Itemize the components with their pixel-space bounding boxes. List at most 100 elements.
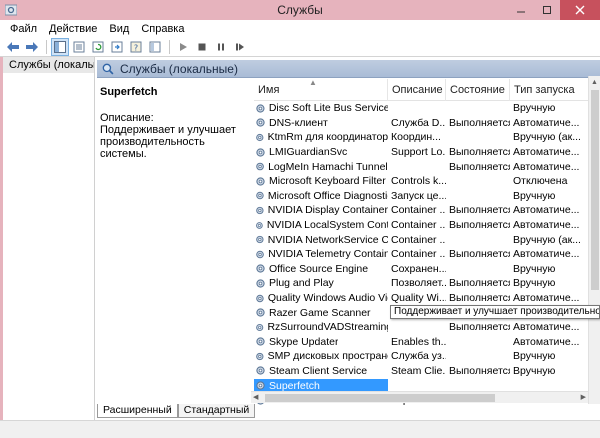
- table-row[interactable]: KtmRm для координатора ...Координ... Вруч…: [254, 130, 600, 145]
- column-header-startup[interactable]: Тип запуска: [510, 79, 600, 101]
- toolbar-separator: [169, 39, 170, 54]
- service-description-cell: Запуск це...: [391, 189, 446, 202]
- maximize-button[interactable]: [534, 0, 560, 20]
- column-header-name[interactable]: ▲ Имя: [254, 79, 388, 101]
- service-description-cell: Container ...: [391, 248, 446, 261]
- service-startup-cell: Автоматиче...: [513, 335, 580, 348]
- service-description-cell: Служба уз...: [391, 350, 446, 363]
- service-name-cell: Microsoft Keyboard Filter: [254, 174, 388, 188]
- service-startup-cell: Вручную: [513, 277, 556, 290]
- service-name-cell: LogMeIn Hamachi Tunneli...: [254, 160, 388, 174]
- menu-action[interactable]: Действие: [43, 23, 103, 35]
- help-button[interactable]: ?: [127, 38, 145, 56]
- table-row[interactable]: NVIDIA Telemetry Container Container ... В…: [254, 247, 600, 262]
- restart-service-button[interactable]: [231, 38, 249, 56]
- service-gear-icon: [256, 279, 265, 288]
- scroll-right-icon[interactable]: ▶: [581, 393, 586, 401]
- service-gear-icon: [256, 308, 265, 317]
- sort-ascending-icon: ▲: [309, 79, 317, 87]
- scroll-left-icon[interactable]: ◀: [253, 393, 258, 401]
- service-state-cell: Выполняется: [449, 364, 510, 377]
- menu-help[interactable]: Справка: [135, 23, 190, 35]
- back-button[interactable]: [4, 38, 22, 56]
- vertical-scrollbar[interactable]: ▲: [588, 76, 600, 404]
- service-description-cell: Сохранен...: [391, 262, 446, 275]
- service-state-cell: Выполняется: [449, 248, 510, 261]
- column-header-state[interactable]: Состояние: [446, 79, 510, 101]
- table-row[interactable]: Plug and Play Позволяет... Выполняется Вруч…: [254, 276, 600, 291]
- table-header: ▲ Имя Описание Состояние Тип запуска: [254, 79, 600, 101]
- service-startup-cell: Вручную: [513, 350, 556, 363]
- service-name-cell: Disc Soft Lite Bus Service: [254, 101, 388, 115]
- table-row[interactable]: LMIGuardianSvc Support Lo... Выполняется Ав…: [254, 145, 600, 160]
- stop-service-button[interactable]: [193, 38, 211, 56]
- service-name: Plug and Play: [269, 277, 334, 290]
- scroll-up-icon[interactable]: ▲: [589, 76, 600, 88]
- stop-icon: [198, 43, 206, 50]
- tab-standard[interactable]: Стандартный: [177, 404, 256, 418]
- service-gear-icon: [256, 206, 264, 215]
- menu-file[interactable]: Файл: [4, 23, 43, 35]
- table-row[interactable]: LogMeIn Hamachi Tunneli... Выполняется Авт…: [254, 159, 600, 174]
- service-name: Skype Updater: [269, 335, 339, 348]
- service-startup-cell: Отключена: [513, 175, 568, 188]
- table-row[interactable]: Quality Windows Audio Vid...Quality Wi..…: [254, 291, 600, 306]
- service-gear-icon: [256, 133, 264, 142]
- pause-service-button[interactable]: [212, 38, 230, 56]
- forward-arrow-icon: [26, 41, 38, 52]
- menu-view[interactable]: Вид: [103, 23, 135, 35]
- horizontal-scrollbar[interactable]: ◀ ▶: [251, 391, 588, 403]
- properties-button[interactable]: [70, 38, 88, 56]
- column-header-label: Тип запуска: [514, 84, 575, 96]
- close-button[interactable]: [560, 0, 600, 20]
- tab-extended[interactable]: Расширенный: [97, 404, 178, 418]
- service-name-cell: Plug and Play: [254, 276, 388, 290]
- table-row[interactable]: NVIDIA Display Container LSContainer ...…: [254, 203, 600, 218]
- table-row[interactable]: Skype Updater Enables th... Автоматиче...: [254, 335, 600, 350]
- service-startup-cell: Автоматиче...: [513, 146, 580, 159]
- vertical-scroll-thumb[interactable]: [591, 90, 599, 290]
- properties-icon: [73, 41, 85, 52]
- service-startup-cell: Автоматиче...: [513, 219, 580, 232]
- service-name-cell: Office Source Engine: [254, 262, 388, 276]
- service-name-cell: Quality Windows Audio Vid...: [254, 291, 388, 305]
- service-description-pane: Superfetch Описание: Поддерживает и улуч…: [97, 79, 252, 406]
- service-name: KtmRm для координатора ...: [267, 131, 388, 144]
- table-row[interactable]: DNS-клиент Служба D... Выполняется Автомати…: [254, 116, 600, 131]
- table-row[interactable]: RzSurroundVADStreamingS... ВыполняетсяАвт…: [254, 320, 600, 335]
- show-tree-button[interactable]: [51, 37, 69, 56]
- table-row[interactable]: NVIDIA LocalSystem Containe...Container …: [254, 218, 600, 233]
- start-service-button[interactable]: [174, 38, 192, 56]
- service-name-cell: Razer Game Scanner: [254, 306, 388, 320]
- service-state-cell: Выполняется: [449, 321, 510, 334]
- column-header-description[interactable]: Описание: [388, 79, 446, 101]
- description-label: Описание:: [100, 112, 154, 124]
- minimize-icon: [517, 11, 525, 13]
- refresh-button[interactable]: [89, 38, 107, 56]
- table-row[interactable]: Office Source Engine Сохранен... Вручную: [254, 262, 600, 277]
- service-startup-cell: Вручную: [513, 364, 556, 377]
- service-state-cell: Выполняется: [449, 204, 510, 217]
- service-name: Microsoft Keyboard Filter: [269, 175, 386, 188]
- service-gear-icon: [256, 337, 265, 346]
- details-view-button[interactable]: [146, 38, 164, 56]
- service-startup-cell: Вручную: [513, 189, 556, 202]
- horizontal-scroll-thumb[interactable]: [265, 394, 495, 402]
- table-row[interactable]: Disc Soft Lite Bus Service Вручную: [254, 101, 600, 116]
- tree-item-local-services[interactable]: Службы (локалы: [3, 57, 94, 73]
- table-row[interactable]: NVIDIA NetworkService Co...Container ...…: [254, 232, 600, 247]
- service-startup-cell: Вручную (ак...: [513, 233, 581, 246]
- table-row[interactable]: Steam Client Service Steam Clie... Выполня…: [254, 364, 600, 379]
- services-window: Службы Файл Действие Вид Справка ? Служб…: [0, 0, 600, 438]
- service-startup-cell: Вручную: [513, 262, 556, 275]
- table-row[interactable]: Microsoft Office Diagnostic... Запуск це.…: [254, 189, 600, 204]
- forward-button[interactable]: [23, 38, 41, 56]
- service-state-cell: Выполняется: [449, 160, 510, 173]
- service-startup-cell: Вручную (ак...: [513, 131, 581, 144]
- minimize-button[interactable]: [508, 0, 534, 20]
- export-list-button[interactable]: [108, 38, 126, 56]
- table-row[interactable]: Microsoft Keyboard Filter Controls k... От…: [254, 174, 600, 189]
- table-row[interactable]: SMP дисковых пространст...Служба уз... Вр…: [254, 349, 600, 364]
- service-gear-icon: [256, 323, 264, 331]
- service-name-cell: Skype Updater: [254, 335, 388, 349]
